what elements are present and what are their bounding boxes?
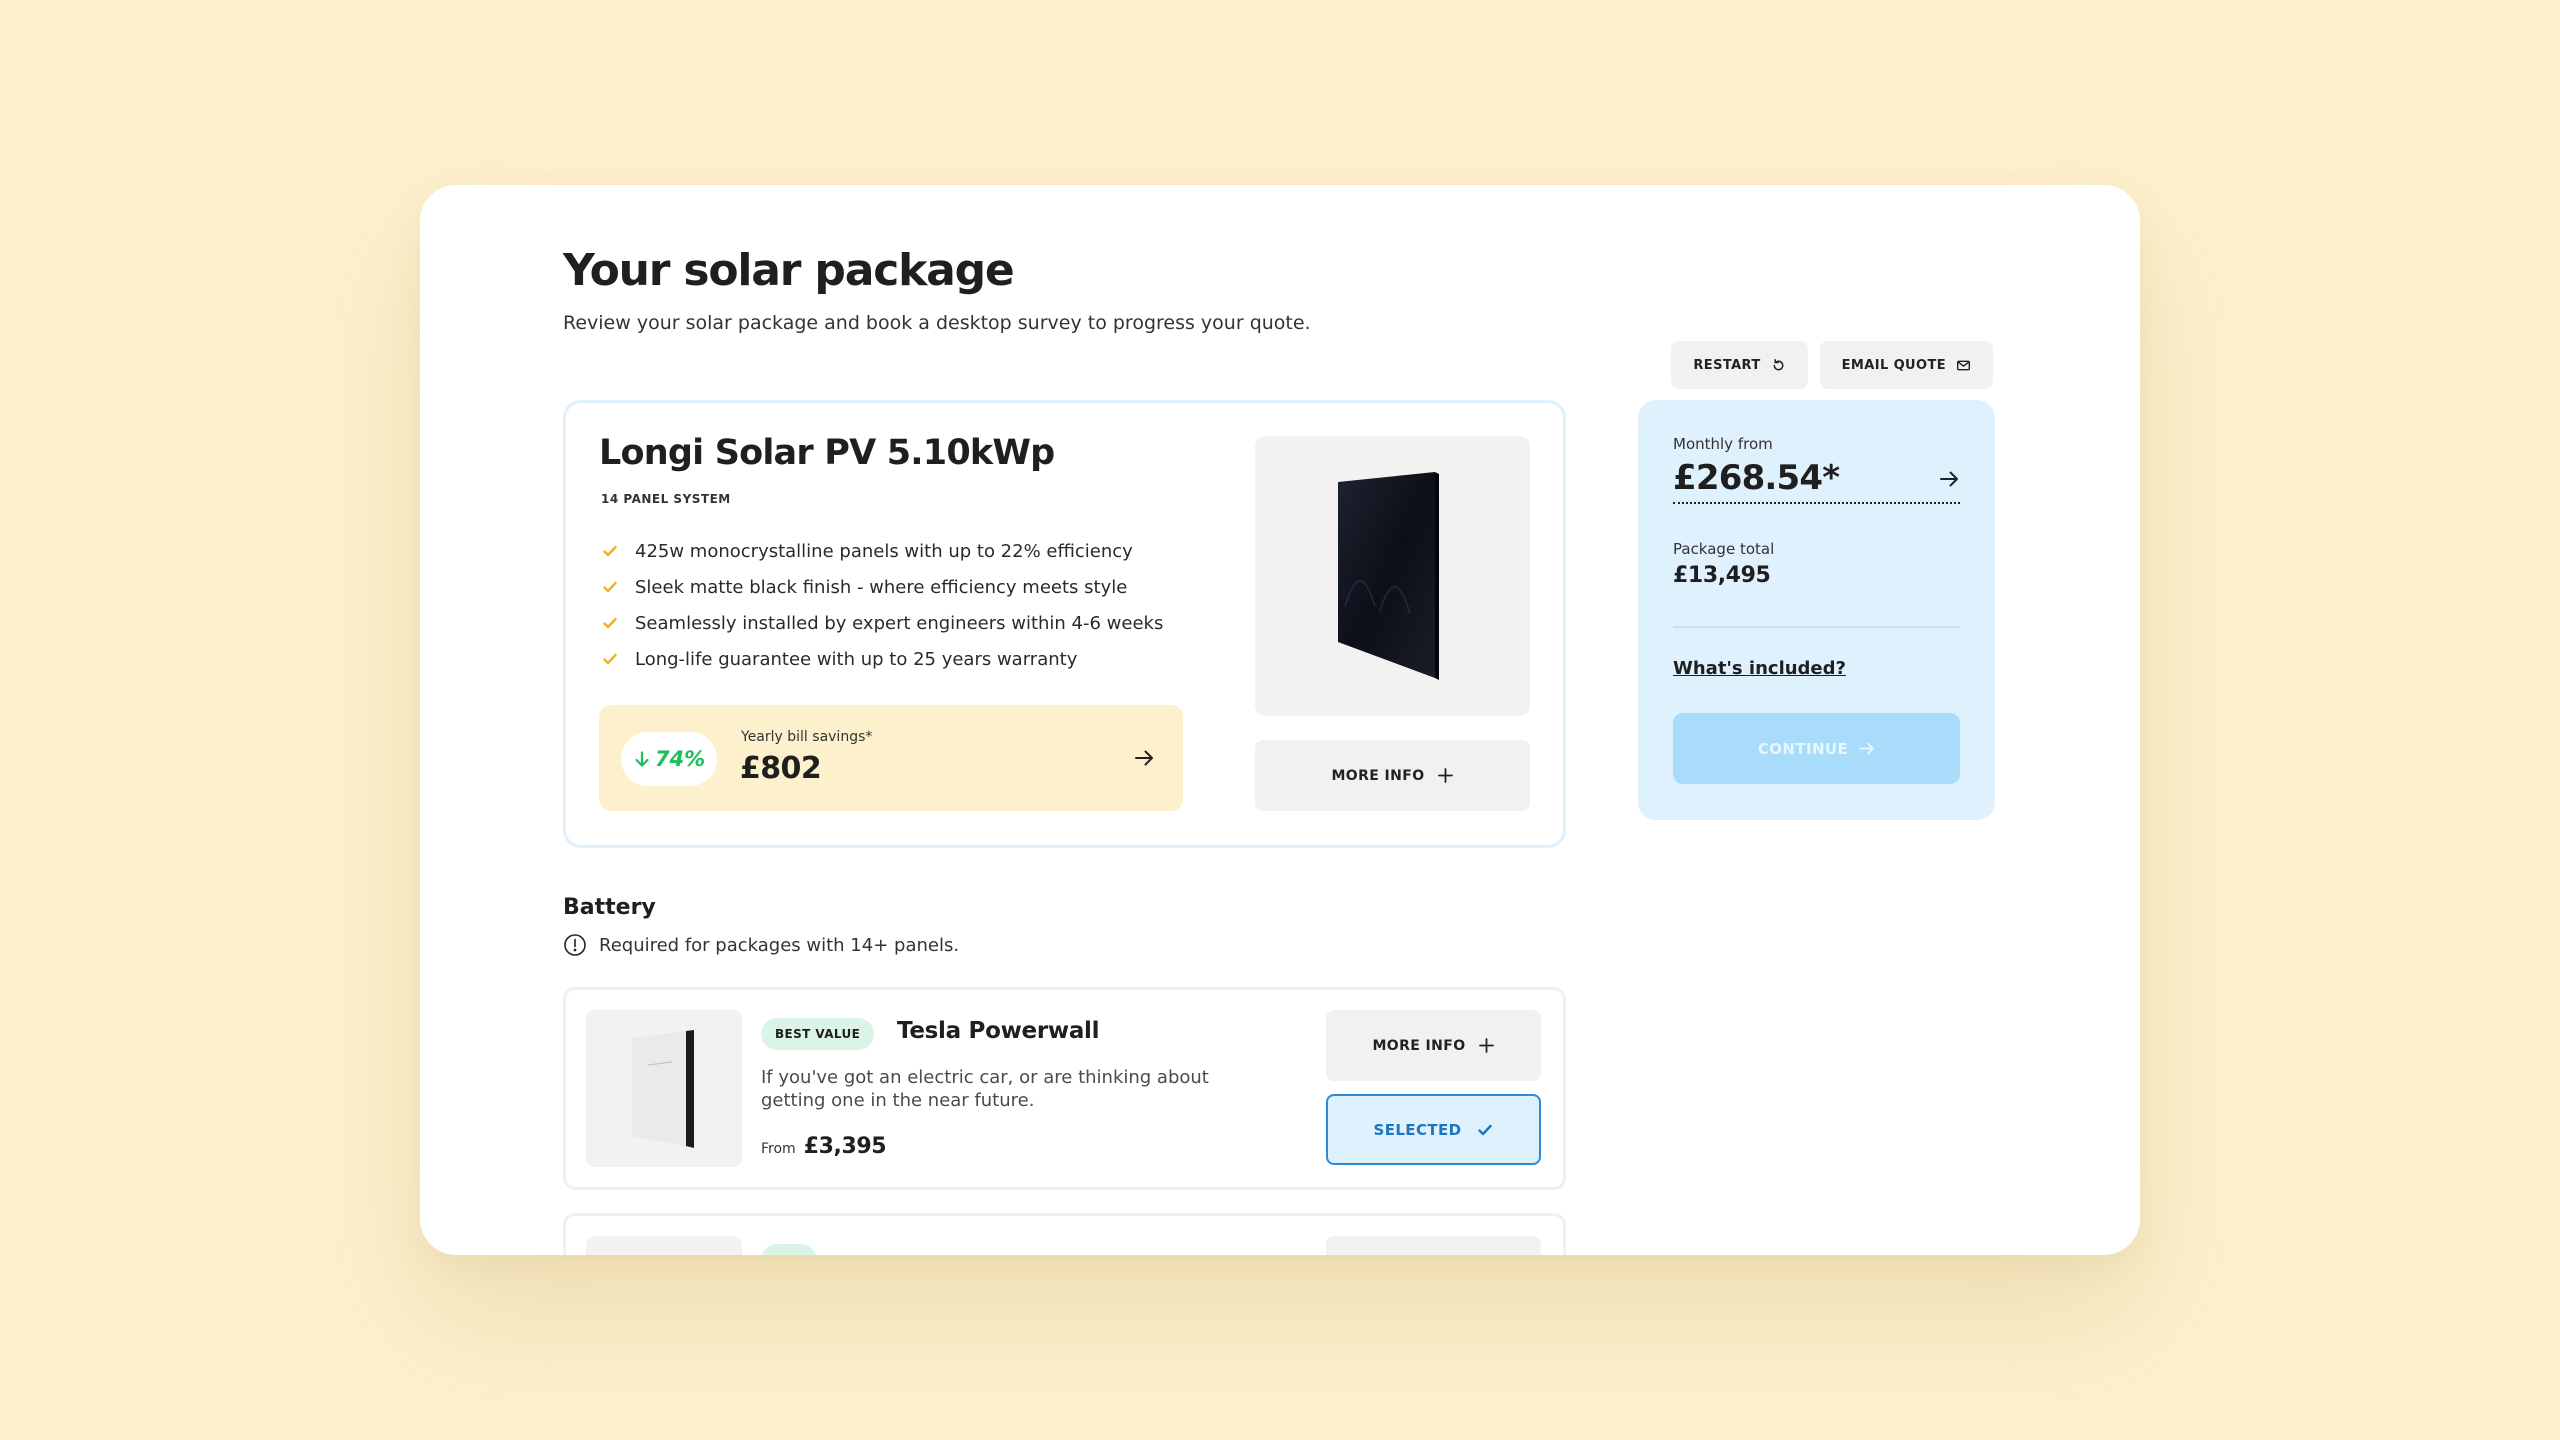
feature-text: Long-life guarantee with up to 25 years …	[635, 648, 1078, 670]
feature-text: Seamlessly installed by expert engineers…	[635, 612, 1164, 634]
battery-price: £3,395	[803, 1134, 887, 1159]
arrow-right-icon	[1940, 471, 1958, 487]
check-icon	[603, 581, 617, 593]
restart-button[interactable]: RESTART	[1671, 341, 1808, 389]
more-info-label: MORE INFO	[1372, 1037, 1466, 1054]
whats-included-link[interactable]: What's included?	[1673, 658, 1846, 679]
solar-package-card: Longi Solar PV 5.10kWp 14 PANEL SYSTEM 4…	[563, 400, 1566, 848]
feature-list: 425w monocrystalline panels with up to 2…	[601, 533, 1163, 677]
mail-icon	[1956, 360, 1971, 370]
battery-option-card: BEST VALUE Tesla Powerwall If you've got…	[563, 987, 1566, 1190]
page-subtitle: Review your solar package and book a des…	[563, 311, 1311, 334]
page-content: Your solar package Review your solar pac…	[563, 245, 1995, 1255]
battery-name: Tesla Powerwall	[897, 1018, 1100, 1044]
battery-image	[586, 1010, 742, 1167]
email-quote-button[interactable]: EMAIL QUOTE	[1819, 341, 1993, 389]
monthly-price-link[interactable]: £268.54*	[1673, 458, 1960, 504]
savings-label: Yearly bill savings*	[741, 729, 873, 745]
selected-label: SELECTED	[1373, 1120, 1462, 1139]
package-total-label: Package total	[1673, 540, 1775, 558]
plus-icon	[1478, 1038, 1494, 1053]
solar-panel-image	[1255, 436, 1530, 716]
email-quote-label: EMAIL QUOTE	[1841, 357, 1946, 373]
feature-item: Long-life guarantee with up to 25 years …	[601, 641, 1163, 677]
check-icon	[603, 653, 617, 665]
info-icon	[564, 934, 586, 956]
package-more-info-button[interactable]: MORE INFO	[1255, 740, 1530, 811]
battery-image	[586, 1236, 742, 1255]
restart-label: RESTART	[1693, 357, 1761, 373]
battery-selected-button[interactable]: SELECTED	[1326, 1094, 1541, 1165]
savings-value: £802	[740, 751, 822, 786]
header-actions: RESTART EMAIL QUOTE	[1671, 341, 1993, 389]
battery-note-text: Required for packages with 14+ panels.	[599, 934, 960, 956]
arrow-right-icon	[1135, 750, 1153, 766]
monthly-label: Monthly from	[1673, 435, 1773, 453]
battery-illustration	[632, 1030, 694, 1148]
savings-percent-pill: 74%	[621, 732, 717, 786]
restart-icon	[1773, 358, 1784, 370]
battery-price-row: From £3,395	[761, 1134, 887, 1159]
battery-note: Required for packages with 14+ panels.	[563, 933, 959, 957]
page-title: Your solar package	[563, 245, 1015, 296]
yearly-savings-panel[interactable]: 74% Yearly bill savings* £802	[599, 705, 1183, 811]
battery-badge	[761, 1244, 817, 1255]
app-window: Your solar package Review your solar pac…	[420, 185, 2140, 1255]
arrow-right-icon	[1859, 742, 1875, 755]
package-subtitle: 14 PANEL SYSTEM	[601, 492, 731, 506]
battery-section-title: Battery	[563, 895, 656, 920]
battery-description: If you've got an electric car, or are th…	[761, 1067, 1209, 1111]
check-icon	[1477, 1124, 1492, 1135]
monthly-price: £268.54*	[1673, 458, 1840, 498]
battery-more-info-button[interactable]	[1326, 1236, 1541, 1255]
arrow-down-icon	[635, 751, 649, 767]
package-title: Longi Solar PV 5.10kWp	[599, 433, 1055, 473]
battery-more-info-button[interactable]: MORE INFO	[1326, 1010, 1541, 1081]
feature-item: 425w monocrystalline panels with up to 2…	[601, 533, 1163, 569]
plus-icon	[1437, 768, 1453, 783]
feature-item: Sleek matte black finish - where efficie…	[601, 569, 1163, 605]
summary-divider	[1673, 626, 1960, 628]
check-icon	[603, 545, 617, 557]
continue-label: CONTINUE	[1757, 739, 1849, 758]
feature-text: 425w monocrystalline panels with up to 2…	[635, 540, 1133, 562]
package-total: £13,495	[1673, 563, 1771, 588]
price-summary-panel: Monthly from £268.54* Package total £13,…	[1638, 400, 1995, 820]
solar-panel-illustration	[1338, 472, 1439, 680]
best-value-badge: BEST VALUE	[761, 1018, 875, 1050]
battery-option-card-partial	[563, 1213, 1566, 1255]
continue-button[interactable]: CONTINUE	[1673, 713, 1960, 784]
battery-from-label: From	[761, 1141, 796, 1157]
savings-percent: 74%	[654, 747, 706, 771]
feature-text: Sleek matte black finish - where efficie…	[635, 576, 1128, 598]
feature-item: Seamlessly installed by expert engineers…	[601, 605, 1163, 641]
check-icon	[603, 617, 617, 629]
more-info-label: MORE INFO	[1331, 767, 1425, 784]
